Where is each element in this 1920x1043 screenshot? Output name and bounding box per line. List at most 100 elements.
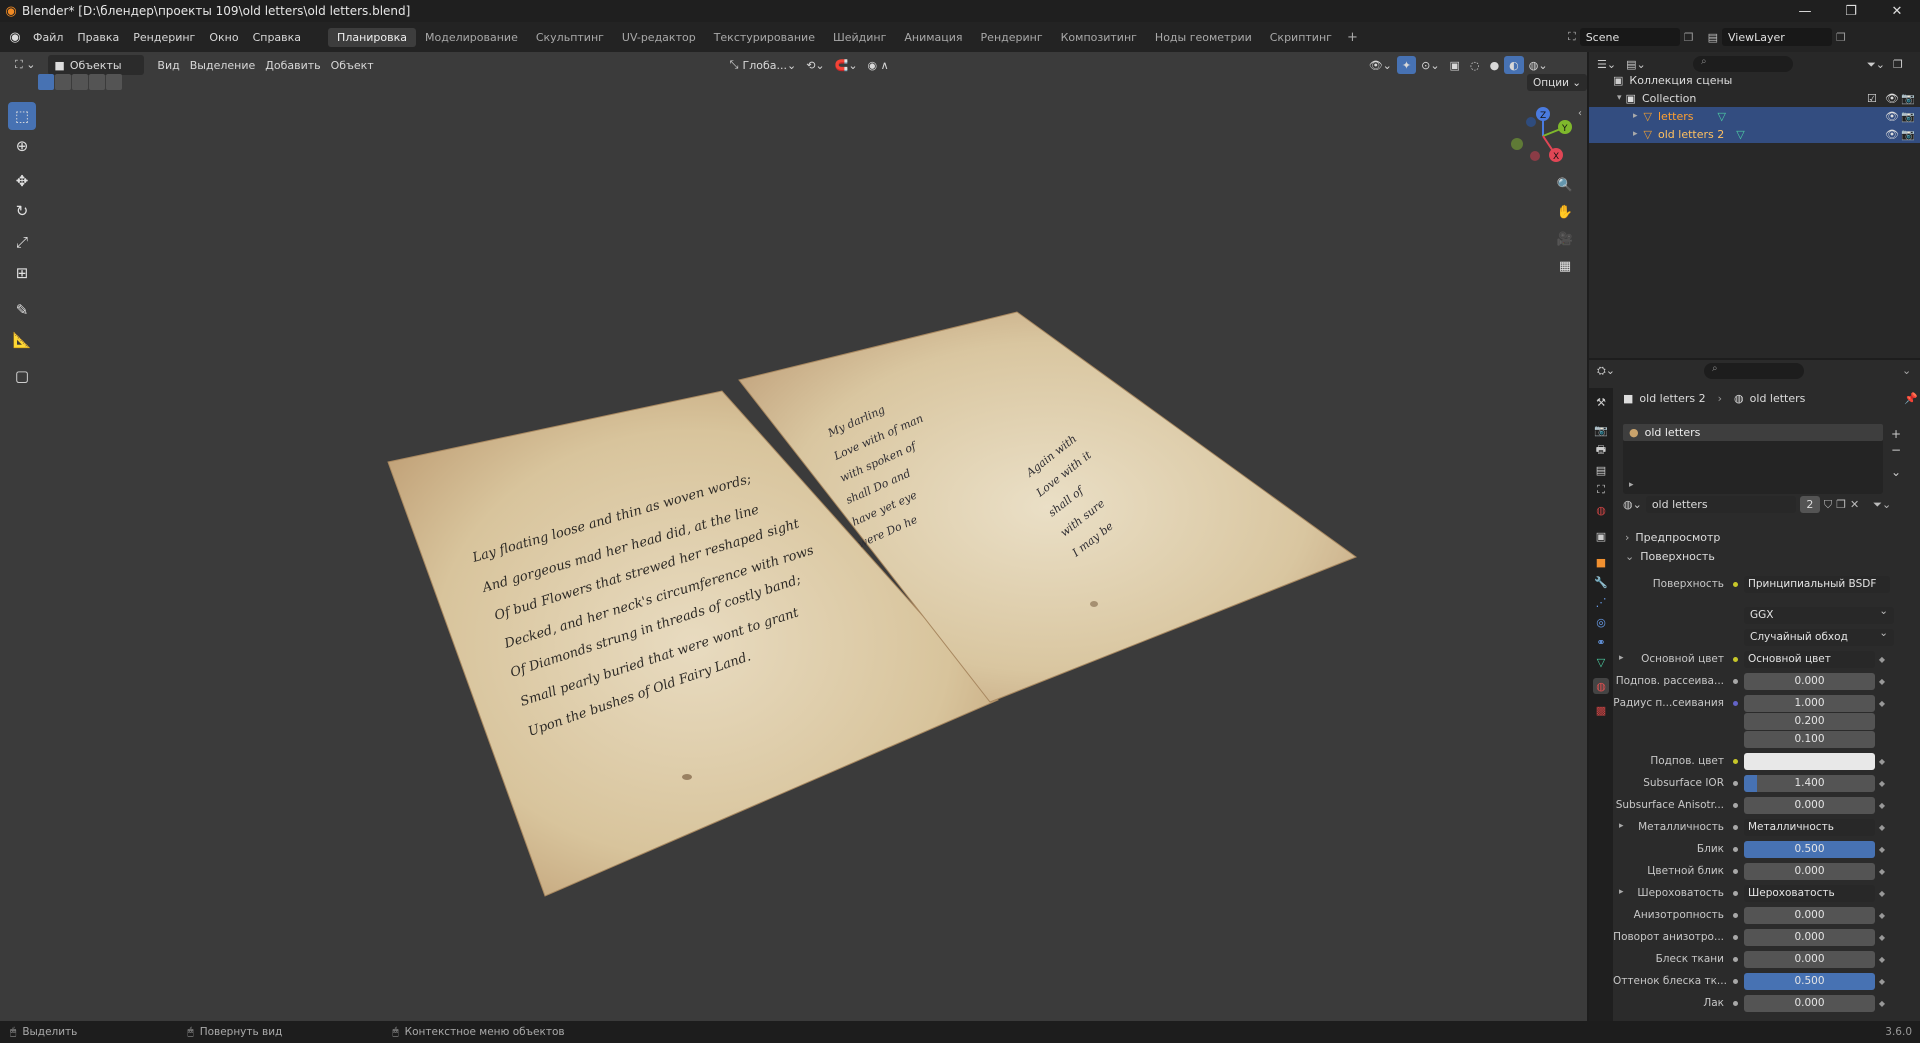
new-view-layer-icon[interactable]: ❐ [1836,31,1846,44]
new-scene-icon[interactable]: ❐ [1684,31,1694,44]
zoom-icon[interactable]: 🔍 [1553,173,1577,197]
fake-user-icon[interactable]: ⛉ [1824,498,1832,512]
selection-mode-buttons[interactable] [38,74,122,90]
tab-geometry-nodes[interactable]: Ноды геометрии [1146,28,1261,47]
remove-slot-icon[interactable]: − [1891,442,1901,458]
scene-icon[interactable]: ⛶ [1568,30,1576,44]
prop-subsurface[interactable]: Подпов. рассеива... 0.000 ◆ [1613,671,1920,691]
panel-preview[interactable]: › Предпросмотр [1625,528,1915,546]
rotate-tool-icon[interactable]: ↻ [8,197,36,225]
visibility-icon[interactable]: 👁⌄ [1364,56,1397,74]
add-workspace-icon[interactable]: + [1341,30,1364,45]
tab-texture-paint[interactable]: Текстурирование [705,28,824,47]
world-tab-icon[interactable]: ◍ [1593,502,1609,518]
shading-material-icon[interactable]: ◐ [1504,56,1524,74]
checkbox-icon[interactable]: ☑ [1867,92,1877,105]
filter-icon[interactable]: ⏷⌄ [1867,58,1885,72]
3d-viewport[interactable]: Lay floating loose and thin as woven wor… [0,52,1587,1021]
outliner-scene-collection[interactable]: ▣ Коллекция сцены [1589,71,1920,89]
view-layer-tab-icon[interactable]: ▤ [1593,462,1609,478]
camera-view-icon[interactable]: 🎥 [1553,227,1577,251]
prop-specular[interactable]: Блик 0.500 ◆ [1613,839,1920,859]
tab-scripting[interactable]: Скриптинг [1261,28,1341,47]
prop-subsurface-radius-x[interactable]: Радиус п...сеивания 1.000 ◆ [1613,693,1920,713]
menu-help[interactable]: Справка [246,31,308,44]
constraints-tab-icon[interactable]: ⚭ [1593,634,1609,650]
ortho-toggle-icon[interactable]: ▦ [1553,254,1577,278]
tab-compositing[interactable]: Композитинг [1052,28,1146,47]
mode-selector[interactable]: ■ Объекты [48,55,145,75]
menu-file[interactable]: Файл [26,31,70,44]
material-tab-icon[interactable]: ◍ [1593,678,1609,694]
prop-specular-tint[interactable]: Цветной блик 0.000 ◆ [1613,861,1920,881]
slot-specials-icon[interactable]: ⌄ [1891,464,1901,480]
eye-icon[interactable]: 👁 [1885,128,1899,141]
camera-icon[interactable]: 📷 [1901,128,1915,141]
material-name-field[interactable]: old letters [1645,496,1796,513]
material-slot-item[interactable]: ● old letters [1623,424,1883,441]
duplicate-material-icon[interactable]: ❐ [1836,498,1846,511]
mesh-data-tab-icon[interactable]: ▽ [1593,654,1609,670]
select-subtract-icon[interactable] [72,74,88,90]
outliner-editor-type-icon[interactable]: ☰⌄ [1597,58,1616,71]
annotate-tool-icon[interactable]: ✎ [8,296,36,324]
select-intersect-icon[interactable] [106,74,122,90]
render-tab-icon[interactable]: 📷 [1593,422,1609,438]
pan-hand-icon[interactable]: ✋ [1553,200,1577,224]
material-filter-icon[interactable]: ⏷⌄ [1873,498,1891,512]
scene-tab-icon[interactable]: ⛶ [1593,482,1609,498]
sidebar-toggle-icon[interactable]: ‹ [1578,108,1582,119]
prop-metallic[interactable]: ▸ Металличность Металличность ◆ [1613,817,1920,837]
outliner-collection[interactable]: ▾ ▣ Collection ☑ 👁 📷 [1589,89,1920,107]
scene-selector[interactable]: Scene [1579,28,1680,46]
menu-add[interactable]: Добавить [260,56,325,74]
browse-material-icon[interactable]: ◍⌄ [1623,498,1642,511]
menu-render[interactable]: Рендеринг [126,31,202,44]
menu-select[interactable]: Выделение [185,56,261,74]
close-icon[interactable]: ✕ [1874,0,1920,22]
select-invert-icon[interactable] [89,74,105,90]
prop-subsurface-color[interactable]: Подпов. цвет ◆ [1613,751,1920,771]
restore-icon[interactable]: ❐ [1828,0,1874,22]
prop-clearcoat[interactable]: Лак 0.000 ◆ [1613,993,1920,1013]
texture-tab-icon[interactable]: ▩ [1593,702,1609,718]
prop-anisotropic[interactable]: Анизотропность 0.000 ◆ [1613,905,1920,925]
tab-sculpting[interactable]: Скульптинг [527,28,613,47]
tab-layout[interactable]: Планировка [328,27,417,47]
prop-roughness[interactable]: ▸ Шероховатость Шероховатость ◆ [1613,883,1920,903]
cursor-tool-icon[interactable]: ⊕ [8,132,36,160]
modifier-tab-icon[interactable]: 🔧 [1593,574,1609,590]
transform-tool-icon[interactable]: ⊞ [8,259,36,287]
prop-subsurface-radius-z[interactable]: 0.100 [1613,729,1920,749]
shading-wireframe-icon[interactable]: ◌ [1465,56,1485,74]
object-tab-icon[interactable]: ■ [1593,554,1609,570]
prop-anisotropic-rotation[interactable]: Поворот анизотро... 0.000 ◆ [1613,927,1920,947]
menu-edit[interactable]: Правка [70,31,126,44]
prop-subsurface-radius-y[interactable]: 0.200 [1613,711,1920,731]
measure-tool-icon[interactable]: 📐 [8,326,36,354]
expand-icon[interactable]: ▸ [1629,480,1634,490]
camera-icon[interactable]: 📷 [1901,110,1915,123]
tab-uv-editing[interactable]: UV-редактор [613,28,705,47]
pin-icon[interactable]: 📌 [1904,392,1918,405]
tab-animation[interactable]: Анимация [895,28,971,47]
new-collection-icon[interactable]: ❐ [1893,58,1903,72]
pivot-point-icon[interactable]: ⟲⌄ [801,56,829,74]
add-cube-tool-icon[interactable]: ▢ [8,362,36,390]
prop-base-color[interactable]: ▸ Основной цвет Основной цвет ◆ [1613,649,1920,669]
tab-modeling[interactable]: Моделирование [416,28,527,47]
snap-icon[interactable]: 🧲⌄ [830,56,863,74]
select-new-icon[interactable] [38,74,54,90]
gizmo-toggle-icon[interactable]: ✦ [1396,56,1417,74]
prop-subsurface-anisotropy[interactable]: Subsurface Anisotr... 0.000 ◆ [1613,795,1920,815]
select-extend-icon[interactable] [55,74,71,90]
prop-surface-shader[interactable]: Поверхность Принципиальный BSDF [1613,574,1920,594]
outliner-item-letters[interactable]: ▸ ▽ letters ▽ 👁 📷 [1589,107,1920,125]
eye-icon[interactable]: 👁 [1885,92,1899,105]
proportional-edit-icon[interactable]: ◉ ∧ [863,56,894,74]
physics-tab-icon[interactable]: ◎ [1593,614,1609,630]
tool-tab-icon[interactable]: ⚒ [1593,394,1609,410]
unlink-material-icon[interactable]: ✕ [1850,498,1859,511]
editor-type-icon[interactable]: ⛶ ⌄ [10,56,40,74]
prop-sheen[interactable]: Блеск ткани 0.000 ◆ [1613,949,1920,969]
